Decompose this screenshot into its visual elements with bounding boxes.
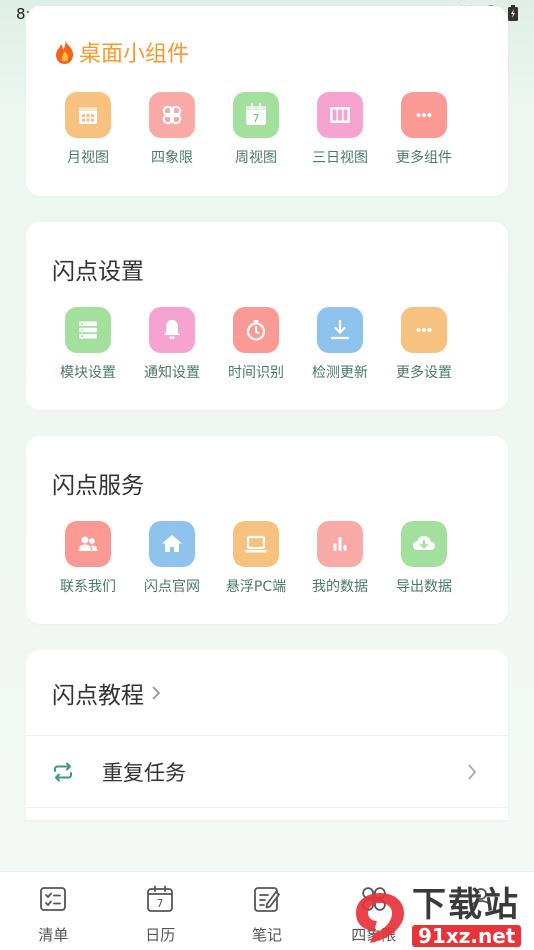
- stopwatch-icon: [233, 307, 279, 353]
- setting-modules[interactable]: 模块设置: [46, 307, 130, 382]
- calendar-grid-icon: [65, 92, 111, 138]
- service-my-data[interactable]: 我的数据: [298, 521, 382, 596]
- nav-checklist[interactable]: 清单: [0, 872, 107, 950]
- widget-more[interactable]: 更多组件: [382, 92, 466, 167]
- four-petal-icon: [149, 92, 195, 138]
- download-icon: [317, 307, 363, 353]
- services-card: 闪点服务 联系我们 闪点官网 悬浮PC端 我的数据 导出数据: [26, 436, 508, 624]
- battery-icon: [508, 5, 518, 25]
- chevron-right-icon: [150, 684, 162, 702]
- setting-label: 更多设置: [396, 365, 452, 381]
- services-grid: 联系我们 闪点官网 悬浮PC端 我的数据 导出数据: [46, 521, 466, 596]
- widget-label: 月视图: [67, 150, 109, 166]
- service-export-data[interactable]: 导出数据: [382, 521, 466, 596]
- setting-time-recognition[interactable]: 时间识别: [214, 307, 298, 382]
- home-icon: [149, 521, 195, 567]
- watermark-logo: 下载站 91xz.net: [350, 886, 530, 948]
- settings-grid: 模块设置 通知设置 时间识别 检测更新 更多设置: [46, 307, 466, 382]
- svg-text:7: 7: [157, 897, 164, 910]
- widget-four-quadrant[interactable]: 四象限: [130, 92, 214, 167]
- service-label: 导出数据: [396, 579, 452, 595]
- setting-check-update[interactable]: 检测更新: [298, 307, 382, 382]
- setting-more[interactable]: 更多设置: [382, 307, 466, 382]
- three-columns-icon: [317, 92, 363, 138]
- setting-label: 模块设置: [60, 365, 116, 381]
- more-dots-icon: [401, 307, 447, 353]
- widget-month-view[interactable]: 月视图: [46, 92, 130, 167]
- widgets-card: 桌面小组件 月视图 四象限 7 周视图 三日视图 更多组件: [26, 6, 508, 196]
- widgets-title: 桌面小组件: [79, 42, 190, 67]
- widget-label: 四象限: [151, 150, 193, 166]
- people-icon: [65, 521, 111, 567]
- settings-card: 闪点设置 模块设置 通知设置 时间识别 检测更新 更多设置: [26, 222, 508, 410]
- setting-label: 通知设置: [144, 365, 200, 381]
- widget-label: 周视图: [235, 150, 277, 166]
- bar-chart-icon: [317, 521, 363, 567]
- watermark-title: 下载站: [412, 884, 520, 925]
- cloud-download-icon: [401, 521, 447, 567]
- setting-notifications[interactable]: 通知设置: [130, 307, 214, 382]
- tutorial-card: 闪点教程 重复任务: [26, 650, 508, 820]
- calendar-7-icon: 7: [145, 884, 175, 918]
- service-label: 联系我们: [60, 579, 116, 595]
- tutorial-header[interactable]: 闪点教程: [26, 650, 508, 736]
- widget-week-view[interactable]: 7 周视图: [214, 92, 298, 167]
- nav-label: 笔记: [251, 926, 282, 944]
- tutorial-title: 闪点教程: [52, 682, 144, 709]
- list-modules-icon: [65, 307, 111, 353]
- setting-label: 检测更新: [312, 365, 368, 381]
- repeat-task-label: 重复任务: [102, 760, 186, 785]
- settings-title: 闪点设置: [52, 259, 144, 285]
- fire-icon: [54, 39, 76, 65]
- service-label: 我的数据: [312, 579, 368, 595]
- widget-three-day-view[interactable]: 三日视图: [298, 92, 382, 167]
- widgets-header: 桌面小组件: [54, 36, 189, 68]
- setting-label: 时间识别: [228, 365, 284, 381]
- tutorial-row-repeat-task[interactable]: 重复任务: [26, 736, 508, 808]
- widgets-grid: 月视图 四象限 7 周视图 三日视图 更多组件: [46, 92, 466, 167]
- nav-notes[interactable]: 笔记: [214, 872, 321, 950]
- nav-label: 日历: [145, 926, 176, 944]
- bell-icon: [149, 307, 195, 353]
- checklist-icon: [38, 884, 68, 918]
- widget-label: 三日视图: [312, 150, 368, 166]
- service-label: 悬浮PC端: [225, 579, 287, 595]
- nav-calendar[interactable]: 7 日历: [107, 872, 214, 950]
- repeat-icon: [52, 761, 80, 783]
- watermark-url: 91xz.net: [412, 924, 522, 947]
- chevron-right-icon: [466, 762, 478, 782]
- service-label: 闪点官网: [144, 579, 200, 595]
- widget-label: 更多组件: [396, 150, 452, 166]
- more-dots-icon: [401, 92, 447, 138]
- nav-label: 清单: [38, 926, 69, 944]
- laptop-icon: [233, 521, 279, 567]
- calendar-7-icon: 7: [233, 92, 279, 138]
- svg-text:7: 7: [253, 112, 260, 125]
- service-contact-us[interactable]: 联系我们: [46, 521, 130, 596]
- services-title: 闪点服务: [52, 473, 144, 499]
- watermark-mark-icon: [350, 887, 410, 947]
- service-pc-floating[interactable]: 悬浮PC端: [214, 521, 298, 596]
- note-edit-icon: [252, 884, 282, 918]
- service-website[interactable]: 闪点官网: [130, 521, 214, 596]
